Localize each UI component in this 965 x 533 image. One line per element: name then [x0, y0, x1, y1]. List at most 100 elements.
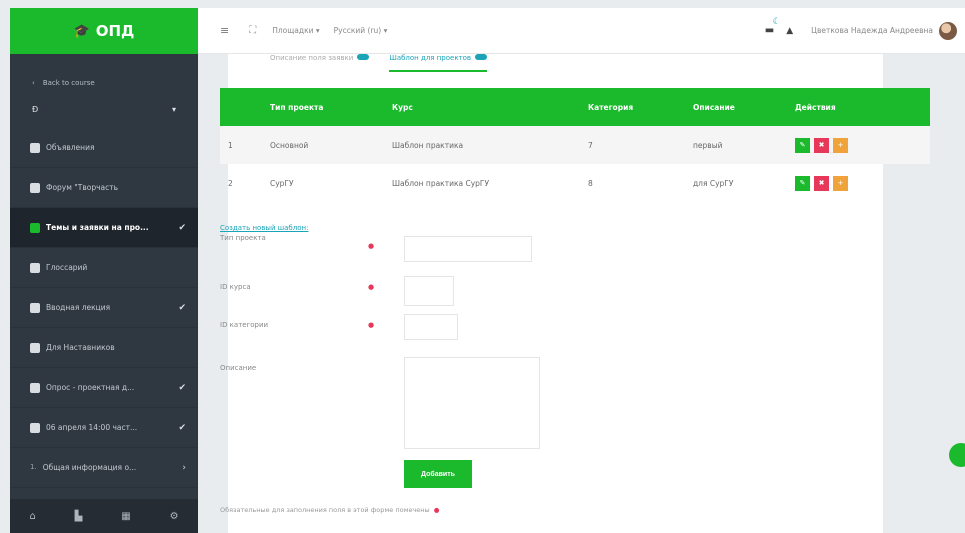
tab-badge — [475, 54, 488, 60]
platforms-menu[interactable]: Площадки ▾ — [272, 26, 319, 35]
cell-course: Шаблон практика — [384, 126, 580, 164]
chevron-down-icon: ▾ — [171, 104, 176, 114]
table-row: 1 Основной Шаблон практика 7 первый ✎ ✖ … — [220, 126, 930, 164]
sidebar-item-number: 1. — [30, 462, 37, 471]
cell-actions: ✎ ✖ + — [787, 126, 930, 164]
project-type-input[interactable] — [404, 236, 532, 262]
back-to-course-label: Back to course — [42, 79, 95, 87]
required-icon: ● — [433, 506, 440, 514]
pencil-icon: ✎ — [799, 179, 806, 187]
column-header-number — [220, 88, 262, 126]
field-label-project-type: Тип проекта — [220, 234, 266, 242]
sidebar-item-announcements[interactable]: Объявления — [10, 128, 198, 168]
check-icon: ✔ — [178, 382, 186, 393]
sidebar-item-label: Форум "Творчасть — [46, 183, 119, 192]
trash-icon: ✖ — [818, 179, 825, 187]
sidebar-item-label: Для Наставников — [46, 343, 115, 352]
settings-icon[interactable]: ⚙ — [170, 511, 179, 522]
copy-button[interactable]: + — [833, 137, 848, 153]
add-template-button[interactable]: Добавить — [404, 460, 472, 488]
table-row: 2 СурГУ Шаблон практика СурГУ 8 для СурГ… — [220, 164, 930, 202]
hamburger-menu-icon[interactable]: ≡ — [220, 24, 229, 37]
avatar[interactable] — [939, 21, 957, 40]
sidebar-item-intro-lecture[interactable]: Вводная лекция ✔ — [10, 288, 198, 328]
user-name[interactable]: Цветкова Надежда Андреевна — [811, 26, 933, 35]
field-label-description: Описание — [220, 364, 257, 372]
row-actions: ✎ ✖ + — [795, 175, 922, 191]
moon-icon[interactable]: ☾ — [773, 17, 781, 27]
pencil-icon: ✎ — [799, 141, 806, 149]
chat-bubble-button[interactable] — [949, 443, 965, 467]
sidebar-item-general-info[interactable]: 1. Общая информация о... › — [10, 448, 198, 488]
cell-category: 8 — [588, 178, 593, 188]
lightbulb-icon — [30, 222, 40, 233]
sidebar-item-topics[interactable]: Темы и заявки на про... ✔ — [10, 208, 198, 248]
sidebar-item-april-session[interactable]: 06 апреля 14:00 част... ✔ — [10, 408, 198, 448]
forum-icon — [30, 182, 40, 193]
course-id-input[interactable] — [404, 276, 454, 306]
graduation-cap-icon: 🎓 — [73, 23, 90, 39]
sidebar-item-mentors[interactable]: Для Наставников — [10, 328, 198, 368]
tab-label: Шаблон для проектов — [389, 54, 472, 62]
grid-icon[interactable]: ▦ — [121, 511, 130, 522]
delete-button[interactable]: ✖ — [814, 137, 829, 153]
fullscreen-icon[interactable]: ⛶ — [249, 25, 256, 36]
delete-button[interactable]: ✖ — [814, 175, 829, 191]
home-icon[interactable]: ⌂ — [29, 511, 35, 522]
sidebar-item-label: Общая информация о... — [42, 463, 137, 472]
brand-name: ОПД — [95, 22, 135, 40]
cell-description: первый — [685, 126, 787, 164]
nav-section-toggle[interactable]: Ð ▾ — [10, 90, 198, 128]
folder-icon — [30, 342, 40, 353]
cell-actions: ✎ ✖ + — [787, 164, 930, 202]
sidebar-item-label: 06 апреля 14:00 част... — [46, 423, 138, 432]
bell-icon[interactable]: ▲ — [786, 26, 793, 36]
edit-button[interactable]: ✎ — [795, 137, 810, 153]
templates-table: Тип проекта Курс Категория Описание Дейс… — [220, 88, 930, 202]
field-label-course-id: ID курса — [220, 283, 251, 291]
tab-label: Описание поля заявки — [270, 54, 354, 62]
column-header-category: Категория — [580, 88, 685, 126]
tab-bar: Описание поля заявки Шаблон для проектов — [270, 54, 488, 72]
cell-number: 2 — [228, 178, 233, 188]
cell-type: Основной — [262, 126, 384, 164]
page-icon — [30, 422, 40, 433]
required-fields-note: Обязательные для заполнения поля в этой … — [220, 506, 439, 514]
plus-icon: + — [837, 141, 844, 149]
messages-icon[interactable]: ▬ ☾ — [765, 17, 781, 36]
description-textarea[interactable] — [404, 357, 540, 449]
survey-icon — [30, 382, 40, 393]
tab-badge — [357, 54, 370, 60]
back-to-course-link[interactable]: ‹ Back to course — [10, 54, 198, 90]
sidebar-item-forum[interactable]: Форум "Творчасть — [10, 168, 198, 208]
main-content: Описание поля заявки Шаблон для проектов… — [198, 54, 965, 533]
sidebar-item-label: Темы и заявки на про... — [46, 223, 149, 232]
check-icon: ✔ — [178, 222, 186, 233]
page-icon — [30, 302, 40, 313]
sidebar-footer: ⌂ ▙ ▦ ⚙ — [10, 499, 198, 533]
copy-button[interactable]: + — [833, 175, 848, 191]
file-icon[interactable]: ▙ — [75, 511, 83, 522]
check-icon: ✔ — [178, 302, 186, 313]
sidebar-item-label: Глоссарий — [46, 263, 88, 272]
sidebar-item-survey[interactable]: Опрос - проектная д... ✔ — [10, 368, 198, 408]
sidebar-item-glossary[interactable]: Глоссарий — [10, 248, 198, 288]
category-id-input[interactable] — [404, 314, 458, 340]
column-header-course: Курс — [384, 88, 580, 126]
table-header-row: Тип проекта Курс Категория Описание Дейс… — [220, 88, 930, 126]
row-actions: ✎ ✖ + — [795, 137, 922, 153]
brand-logo[interactable]: 🎓 ОПД — [10, 8, 198, 54]
chevron-right-icon: › — [182, 462, 186, 473]
nav-section-label: Ð — [32, 104, 39, 114]
column-header-type: Тип проекта — [262, 88, 384, 126]
edit-button[interactable]: ✎ — [795, 175, 810, 191]
check-icon: ✔ — [178, 422, 186, 433]
sidebar-item-label: Вводная лекция — [46, 303, 111, 312]
cell-type: СурГУ — [270, 178, 294, 188]
create-template-link[interactable]: Создать новый шаблон: — [220, 224, 308, 232]
tab-project-templates[interactable]: Шаблон для проектов — [389, 54, 488, 72]
required-icon: ● — [368, 321, 375, 329]
sidebar: 🎓 ОПД ‹ Back to course Ð ▾ Объявления Фо… — [10, 8, 198, 533]
language-menu[interactable]: Русский (ru) ▾ — [334, 26, 388, 35]
tab-request-fields[interactable]: Описание поля заявки — [270, 54, 370, 72]
